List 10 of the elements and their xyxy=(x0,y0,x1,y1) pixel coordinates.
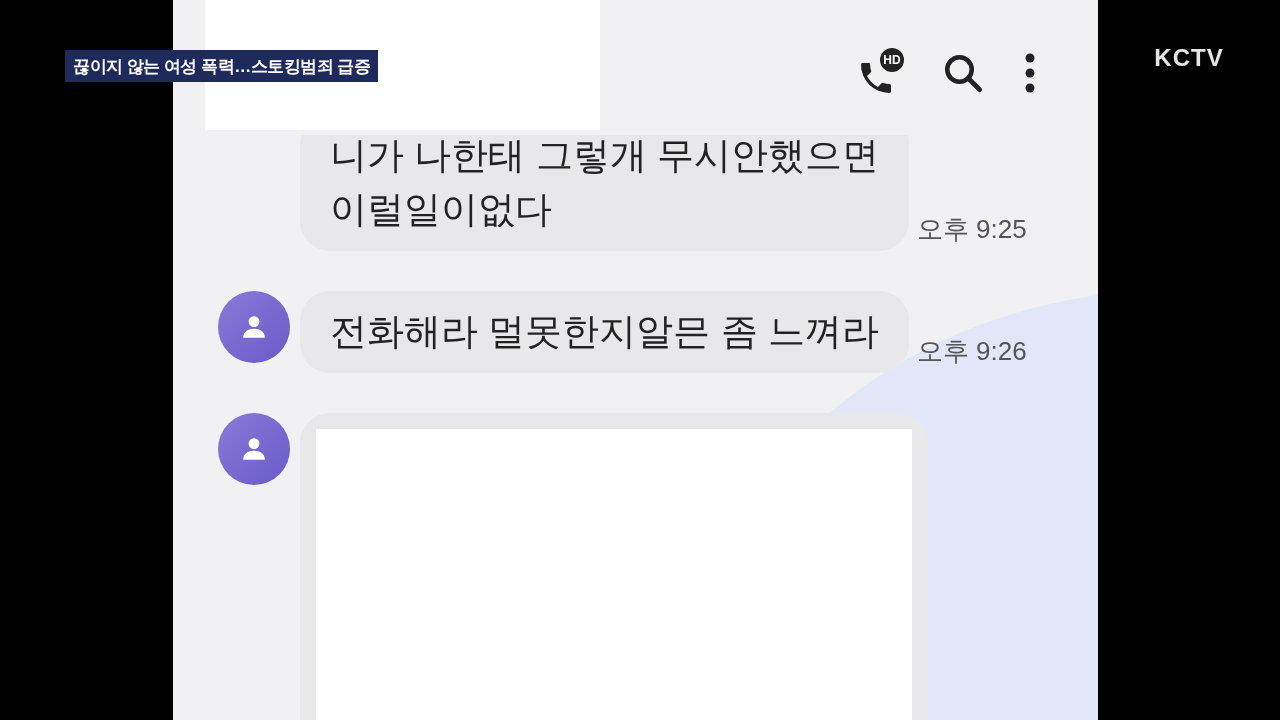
person-icon xyxy=(241,436,267,462)
channel-logo: KCTV xyxy=(1154,44,1224,73)
message-bubble: 니가 나한태 그렇개 무시안했으면 이럴일이없다 xyxy=(300,135,909,251)
message-time: 오후 9:25 xyxy=(916,213,1027,246)
more-icon[interactable] xyxy=(1024,52,1036,94)
message-bubble: 전화해라 멀못한지알믄 좀 느껴라 xyxy=(300,291,909,373)
search-icon[interactable] xyxy=(942,52,984,94)
person-icon xyxy=(241,314,267,340)
message-time: 오후 9:26 xyxy=(916,335,1027,368)
news-caption-overlay: 끊이지 않는 여성 폭력…스토킹범죄 급증 xyxy=(65,50,379,82)
